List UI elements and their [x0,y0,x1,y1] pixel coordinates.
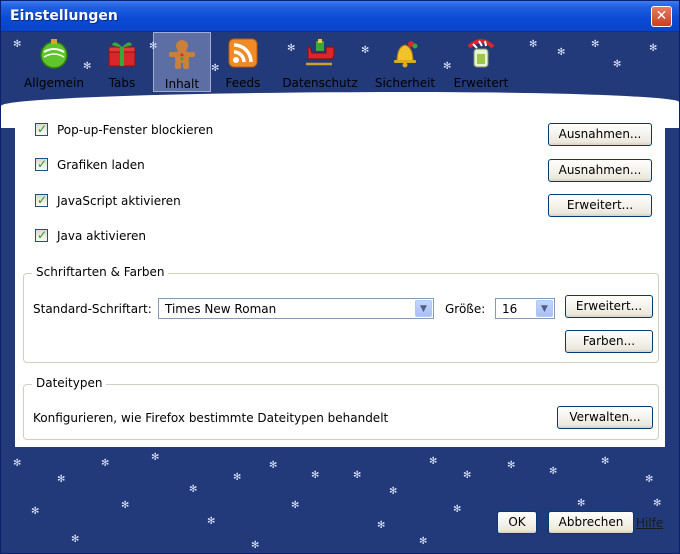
tab-erweitert[interactable]: Erweitert [447,32,515,92]
snowflake-decoration: ✻ [549,466,558,477]
tab-label: Erweitert [453,76,509,90]
javascript-advanced-button[interactable]: Erweitert... [548,194,652,217]
snowflake-decoration: ✻ [251,540,260,551]
tab-datenschutz[interactable]: Datenschutz [279,32,361,92]
checkmark-icon: ✓ [37,157,48,171]
popup-block-checkbox[interactable]: ✓ [35,122,48,136]
snowflake-decoration: ✻ [13,458,22,469]
fonts-advanced-button[interactable]: Erweitert... [565,295,653,318]
file-types-group: Dateitypen Konfigurieren, wie Firefox be… [23,376,659,440]
snowflake-decoration: ✻ [591,39,600,50]
snowflake-decoration: ✻ [189,484,198,495]
tab-allgemein[interactable]: Allgemein [21,32,87,92]
load-images-label: Grafiken laden [57,158,145,172]
fonts-colors-group: Schriftarten & Farben Standard-Schriftar… [23,265,659,363]
snowflake-decoration: ✻ [419,536,428,547]
snowflake-decoration: ✻ [57,474,66,485]
snowflake-decoration: ✻ [121,500,130,511]
file-types-description: Konfigurieren, wie Firefox bestimmte Dat… [33,411,389,425]
content-pane: ✓ Pop-up-Fenster blockieren Ausnahmen...… [15,106,665,447]
close-icon: ✕ [655,8,668,24]
snowflake-decoration: ✻ [361,45,370,56]
checkmark-icon: ✓ [37,228,48,242]
tab-feeds[interactable]: Feeds [215,32,271,92]
preferences-window: Einstellungen ✕ ✻ ✻ ✻ ✻ ✻ ✻ ✻ ✻ ✻ ✻ ✻ ✻ … [0,0,680,554]
cancel-button[interactable]: Abbrechen [548,511,634,534]
snowflake-decoration: ✻ [291,500,300,511]
bell-icon [389,37,421,69]
file-types-group-label: Dateitypen [32,376,107,390]
font-size-label: Größe: [445,302,486,316]
snowflake-decoration: ✻ [453,504,462,515]
manage-file-types-button[interactable]: Verwalten... [557,406,653,429]
tab-label: Tabs [108,76,136,90]
java-checkbox[interactable]: ✓ [35,228,48,242]
title-bar[interactable]: Einstellungen ✕ [1,1,679,32]
images-exceptions-button[interactable]: Ausnahmen... [548,159,652,182]
javascript-label: JavaScript aktivieren [57,194,181,208]
snowflake-decoration: ✻ [207,516,216,527]
tab-label: Allgemein [24,76,84,90]
load-images-checkbox-row[interactable]: ✓ Grafiken laden [35,157,295,176]
snowflake-decoration: ✻ [645,474,654,485]
christmas-ornament-icon [38,37,70,69]
snowflake-decoration: ✻ [429,456,438,467]
tab-inhalt[interactable]: Inhalt [153,32,211,92]
snowflake-decoration: ✻ [151,452,160,463]
rss-feed-icon [227,37,259,69]
tab-sicherheit[interactable]: Sicherheit [371,32,439,92]
tab-tabs[interactable]: Tabs [93,32,151,92]
snowflake-decoration: ✻ [353,470,362,481]
javascript-checkbox-row[interactable]: ✓ JavaScript aktivieren [35,193,295,212]
default-font-select[interactable]: Times New Roman ▼ [158,298,434,319]
snowflake-decoration: ✻ [613,59,622,70]
snowflake-decoration: ✻ [101,458,110,469]
snowflake-decoration: ✻ [649,43,658,54]
tab-label: Sicherheit [374,76,436,90]
chevron-down-icon[interactable]: ▼ [415,300,432,317]
gingerbread-man-icon [166,38,198,70]
snowflake-decoration: ✻ [463,470,472,481]
sleigh-icon [304,37,336,69]
chevron-down-icon[interactable]: ▼ [536,300,553,317]
default-font-value: Times New Roman [165,302,277,316]
snowflake-decoration: ✻ [557,47,566,58]
preference-pane-toolbar: ✻ ✻ ✻ ✻ ✻ ✻ ✻ ✻ ✻ ✻ ✻ ✻ Allgemein Tabs I… [1,32,679,128]
gift-box-icon [106,37,138,69]
tab-label: Inhalt [164,77,200,91]
help-link[interactable]: Hilfe [636,516,663,530]
checkmark-icon: ✓ [37,193,48,207]
popup-exceptions-button[interactable]: Ausnahmen... [548,123,652,146]
snowflake-decoration: ✻ [311,470,320,481]
candy-jar-icon [465,37,497,69]
java-label: Java aktivieren [57,229,146,243]
default-font-label: Standard-Schriftart: [33,302,152,316]
snowflake-decoration: ✻ [233,472,242,483]
colors-button[interactable]: Farben... [565,330,653,353]
popup-block-checkbox-row[interactable]: ✓ Pop-up-Fenster blockieren [35,122,295,141]
snowflake-decoration: ✻ [71,534,80,545]
tab-label: Datenschutz [282,76,358,90]
popup-block-label: Pop-up-Fenster blockieren [57,123,214,137]
ok-button[interactable]: OK [497,511,537,534]
snowflake-decoration: ✻ [31,506,40,517]
fonts-colors-group-label: Schriftarten & Farben [32,265,169,279]
snowflake-decoration: ✻ [529,39,538,50]
snowflake-decoration: ✻ [269,460,278,471]
snowflake-decoration: ✻ [577,498,586,509]
close-button[interactable]: ✕ [651,6,672,27]
snowflake-decoration: ✻ [653,498,662,509]
snowflake-decoration: ✻ [389,486,398,497]
java-checkbox-row[interactable]: ✓ Java aktivieren [35,228,295,247]
snowflake-decoration: ✻ [507,460,516,471]
tab-label: Feeds [225,76,261,90]
javascript-checkbox[interactable]: ✓ [35,193,48,207]
snowflake-decoration: ✻ [377,520,386,531]
window-title: Einstellungen [10,8,118,24]
font-size-value: 16 [502,302,518,316]
load-images-checkbox[interactable]: ✓ [35,157,48,171]
font-size-select[interactable]: 16 ▼ [495,298,555,319]
checkmark-icon: ✓ [37,122,48,136]
snowflake-decoration: ✻ [601,456,610,467]
